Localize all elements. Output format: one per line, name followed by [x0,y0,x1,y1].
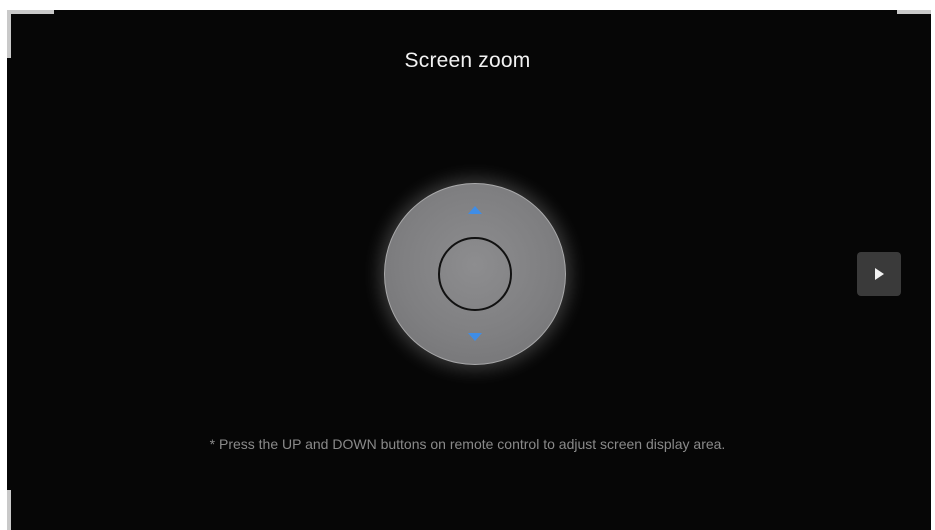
triangle-down-icon[interactable] [468,333,482,341]
dpad-center-button[interactable] [438,237,512,311]
corner-marker-top-left-horizontal [7,10,54,14]
triangle-up-icon[interactable] [468,206,482,214]
play-icon [875,268,884,280]
corner-marker-top-right [897,10,931,14]
corner-marker-bottom-left [7,490,11,530]
next-button[interactable] [857,252,901,296]
page-title: Screen zoom [404,49,531,72]
remote-dpad[interactable] [384,183,566,365]
instruction-text: * Press the UP and DOWN buttons on remot… [209,436,726,452]
